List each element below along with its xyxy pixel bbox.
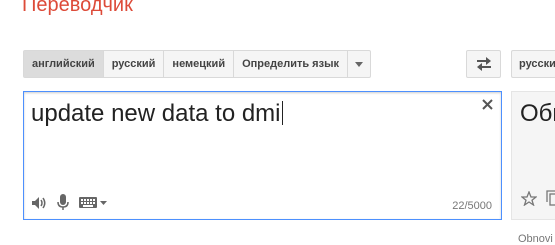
copy-icon [546, 190, 555, 206]
swap-languages-icon [476, 57, 491, 71]
source-lang-russian[interactable]: русский [104, 51, 165, 77]
source-lang-more-button[interactable] [348, 51, 370, 77]
voice-input-button[interactable] [57, 194, 69, 211]
source-text-value[interactable]: update new data to dmi [31, 100, 283, 128]
chevron-down-icon [100, 200, 107, 205]
source-text-area[interactable]: update new data to dmi 22/5000 [23, 91, 502, 220]
star-icon [520, 190, 538, 207]
app-title: Переводчик [22, 0, 133, 16]
source-language-bar: английский русский немецкий Определить я… [23, 50, 371, 78]
keyboard-icon [79, 197, 97, 208]
clear-button[interactable] [479, 96, 495, 112]
result-transliteration: Obnovi [518, 233, 553, 245]
source-tools [31, 194, 117, 211]
copy-translation-button[interactable] [546, 190, 555, 211]
text-cursor [281, 101, 283, 125]
chevron-down-icon [354, 61, 363, 67]
target-lang-russian[interactable]: русский [512, 51, 555, 77]
result-text-value: Обн [520, 100, 555, 127]
speaker-icon [32, 196, 46, 209]
source-lang-english[interactable]: английский [24, 51, 104, 77]
source-lang-detect[interactable]: Определить язык [234, 51, 348, 77]
source-lang-german[interactable]: немецкий [164, 51, 235, 77]
target-language-bar: русский [511, 50, 555, 78]
microphone-icon [57, 194, 69, 210]
input-tools-button[interactable] [79, 197, 107, 208]
result-panel: Обн [511, 91, 555, 220]
save-translation-button[interactable] [520, 190, 538, 211]
close-icon [481, 99, 493, 110]
listen-button[interactable] [31, 196, 47, 210]
swap-languages-button[interactable] [466, 50, 501, 78]
character-counter: 22/5000 [452, 200, 492, 212]
